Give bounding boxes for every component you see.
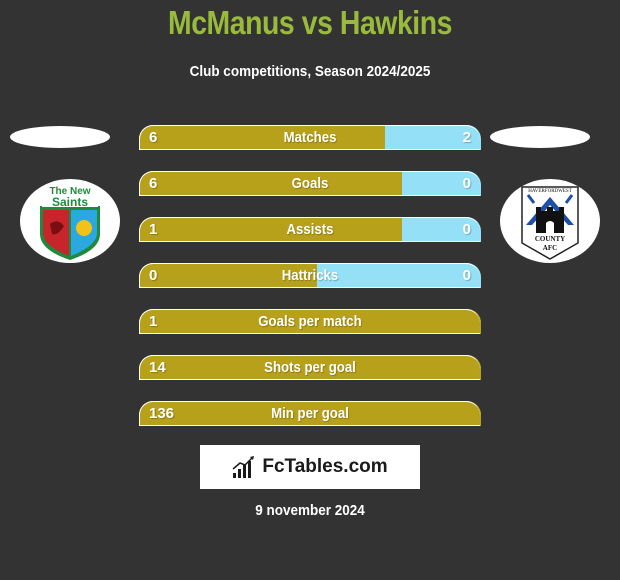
right-player-value: 2 xyxy=(462,129,471,146)
right-player-value: 0 xyxy=(462,221,471,238)
stat-row-assists: Assists 1 0 xyxy=(139,217,481,242)
stat-label: Goals per match xyxy=(258,313,362,330)
bar-chart-icon xyxy=(232,456,255,478)
left-player-value: 6 xyxy=(149,175,158,192)
stat-row-goals-per-match: Goals per match 1 xyxy=(139,309,481,334)
stat-row-min-per-goal: Min per goal 136 xyxy=(139,401,481,426)
left-player-value: 6 xyxy=(149,129,158,146)
left-player-value: 1 xyxy=(149,313,158,330)
svg-text:Saints: Saints xyxy=(52,195,88,209)
stat-label: Matches xyxy=(283,129,337,146)
left-player-value: 1 xyxy=(149,221,158,238)
stat-label: Hattricks xyxy=(281,267,339,284)
left-player-value: 14 xyxy=(149,359,166,376)
page-title: McManus vs Hawkins xyxy=(167,4,453,41)
right-player-value: 0 xyxy=(462,267,471,284)
stat-row-hattricks: Hattricks 0 0 xyxy=(139,263,481,288)
the-new-saints-crest-icon: The New Saints xyxy=(40,186,100,260)
stat-row-matches: Matches 6 2 xyxy=(139,125,481,150)
left-player-value: 136 xyxy=(149,405,175,422)
logo-text: FcTables.com xyxy=(262,456,388,477)
right-player-value: 0 xyxy=(462,175,471,192)
left-player-name-placeholder xyxy=(10,126,110,148)
stat-label: Assists xyxy=(286,221,334,238)
left-player-value: 0 xyxy=(149,267,158,284)
right-club-badge[interactable]: HAVERFORDWEST COUNTY AFC xyxy=(500,179,600,263)
competition-subtitle: Club competitions, Season 2024/2025 xyxy=(189,63,431,80)
fctables-logo[interactable]: FcTables.com xyxy=(200,445,420,489)
left-club-badge[interactable]: The New Saints xyxy=(20,179,120,263)
stat-label: Min per goal xyxy=(271,405,349,422)
stat-row-shots-per-goal: Shots per goal 14 xyxy=(139,355,481,380)
stat-label: Goals xyxy=(291,175,329,192)
stat-label: Shots per goal xyxy=(264,359,356,376)
haverfordwest-crest-icon: HAVERFORDWEST COUNTY AFC xyxy=(521,186,579,260)
stat-row-goals: Goals 6 0 xyxy=(139,171,481,196)
svg-text:AFC: AFC xyxy=(543,244,557,252)
report-date: 9 november 2024 xyxy=(255,502,365,519)
right-player-name-placeholder xyxy=(490,126,590,148)
svg-text:COUNTY: COUNTY xyxy=(535,235,565,243)
svg-text:HAVERFORDWEST: HAVERFORDWEST xyxy=(528,189,572,194)
